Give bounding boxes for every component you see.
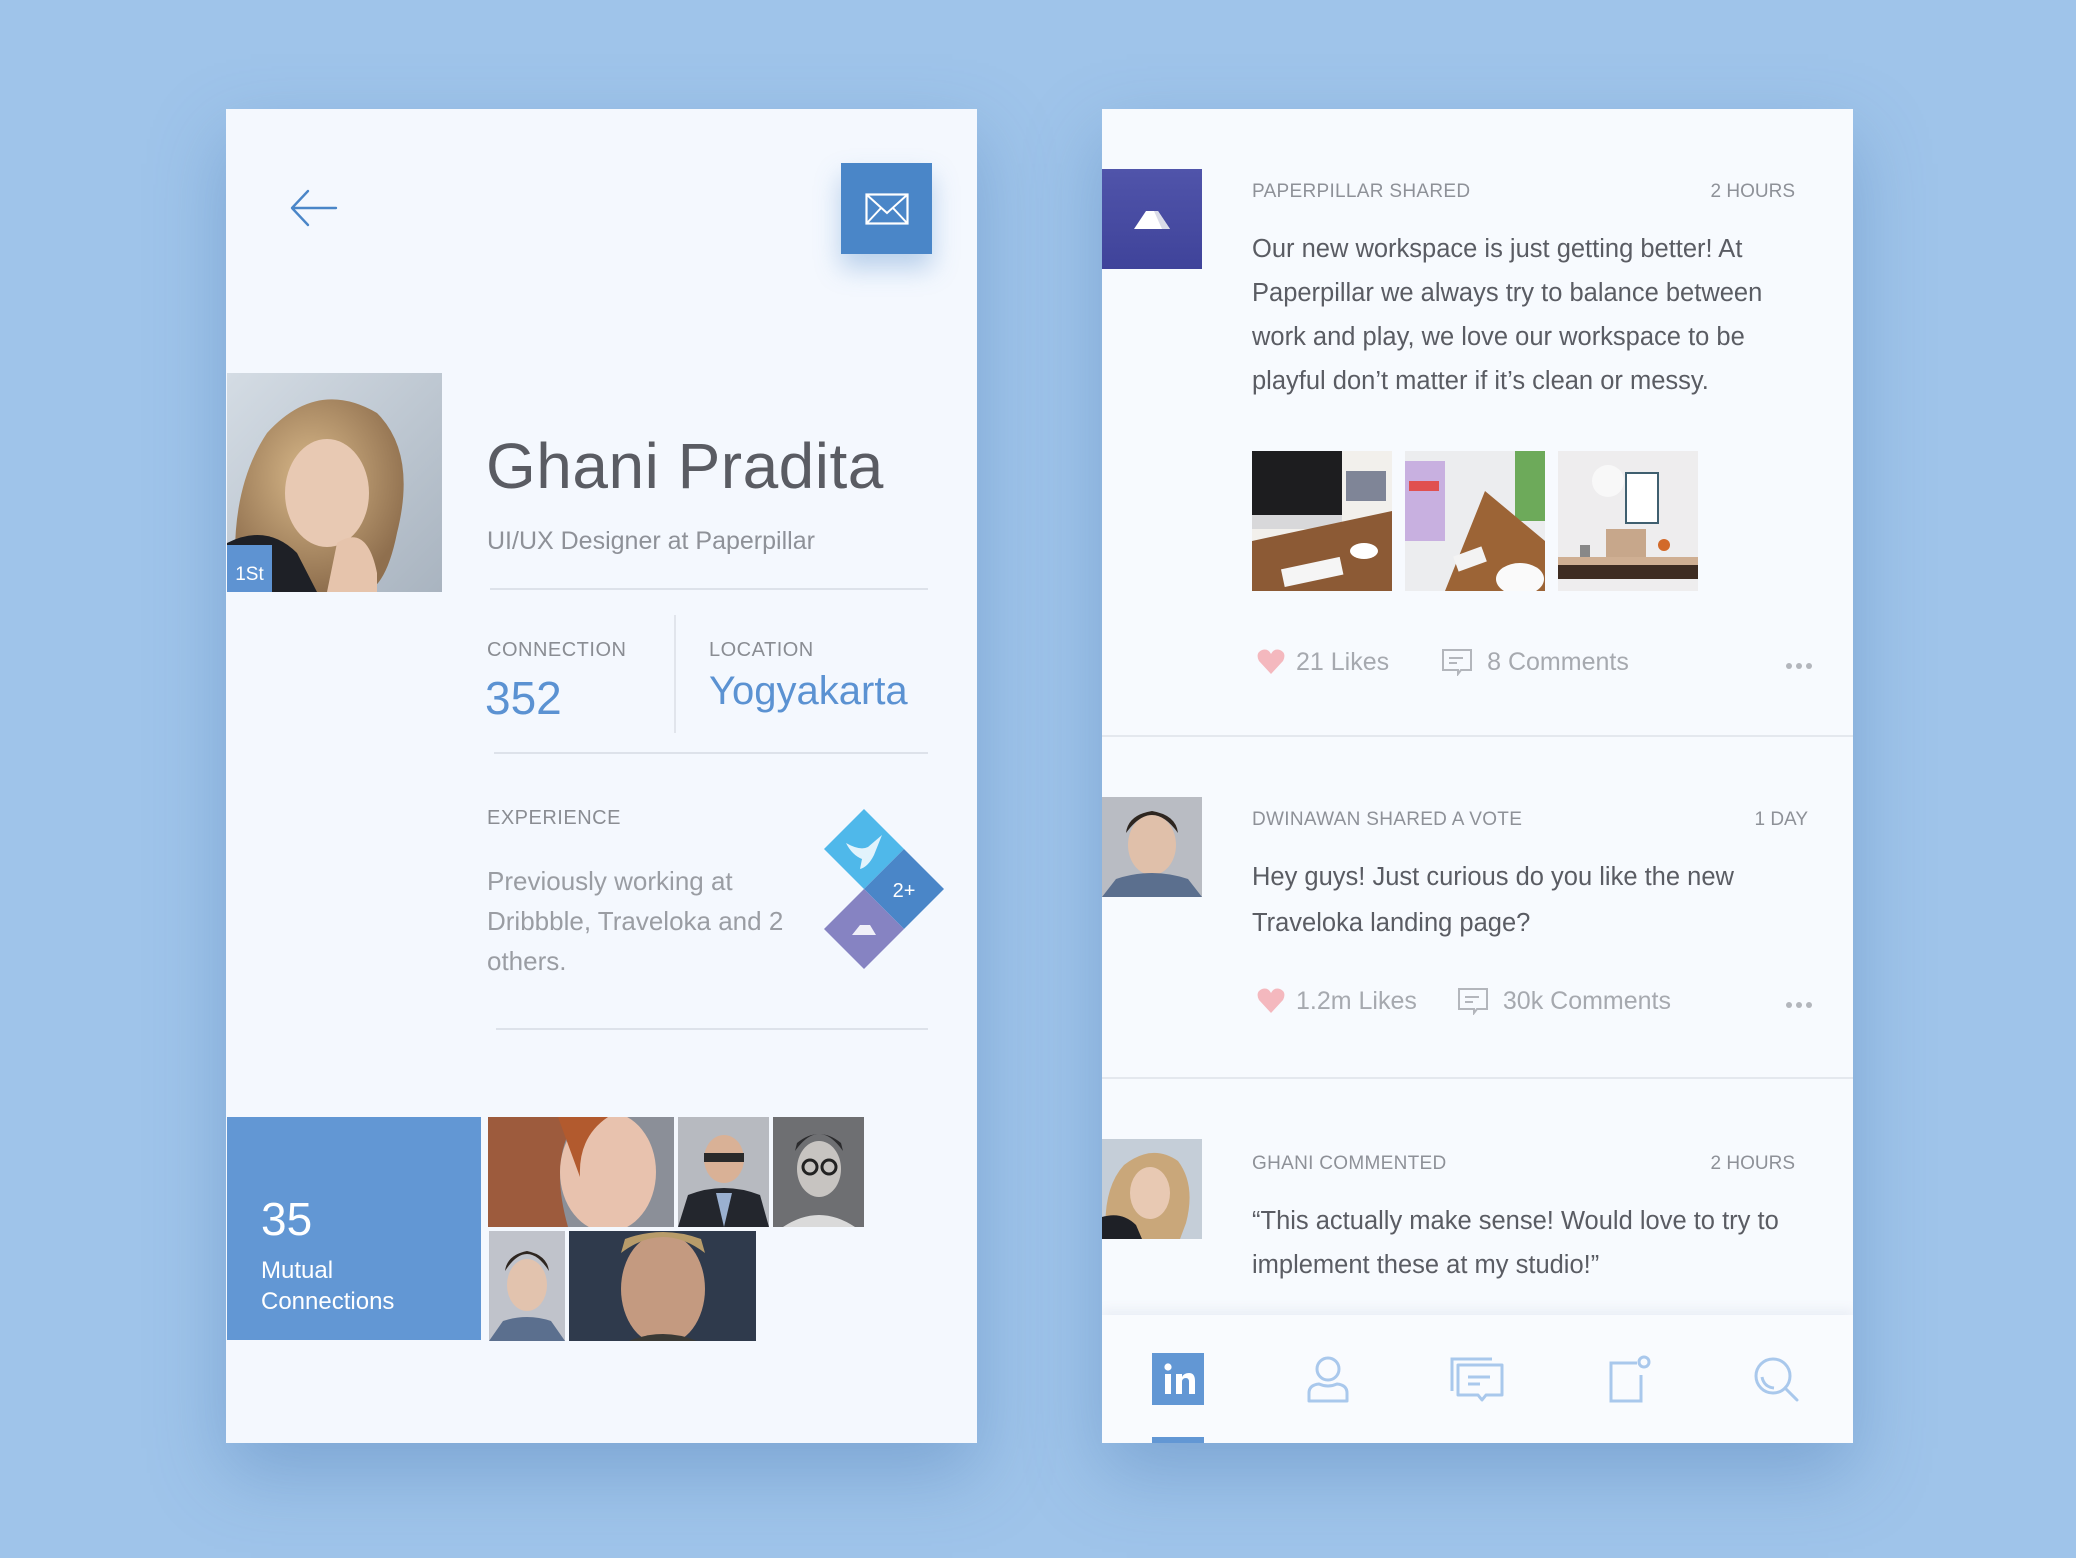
post-time: 1 DAY <box>1754 809 1808 830</box>
comment-button[interactable]: 30k Comments <box>1457 987 1671 1016</box>
mutual-connection-photo[interactable] <box>488 1117 674 1227</box>
divider <box>490 588 928 590</box>
comment-icon <box>1442 649 1473 676</box>
divider <box>496 1028 928 1030</box>
user-avatar[interactable] <box>1102 1139 1202 1239</box>
more-horizontal-icon <box>1786 662 1812 669</box>
paperpillar-avatar[interactable] <box>1102 169 1202 269</box>
message-button[interactable] <box>841 163 932 254</box>
profile-headline: UI/UX Designer at Paperpillar <box>487 527 815 555</box>
post-actor[interactable]: PAPERPILLAR SHARED <box>1252 181 1470 203</box>
post-actor[interactable]: GHANI COMMENTED <box>1252 1153 1447 1175</box>
more-companies-count: 2+ <box>893 880 916 902</box>
location-label: LOCATION <box>709 639 814 661</box>
location-value: Yogyakarta <box>709 669 908 713</box>
like-button[interactable]: 21 Likes <box>1252 648 1389 677</box>
search-icon <box>1754 1357 1799 1402</box>
comment-count: 30k Comments <box>1502 986 1672 1015</box>
mutual-connection-photo[interactable] <box>678 1117 769 1227</box>
mutual-connection-photo[interactable] <box>569 1231 756 1341</box>
experience-text: Previously working at Dribbble, Travelok… <box>487 866 784 976</box>
nav-home[interactable] <box>1150 1351 1206 1407</box>
arrow-left-icon <box>290 189 338 227</box>
post-text: Hey guys! Just curious do you like the n… <box>1252 863 1734 937</box>
experience-companies[interactable]: 2+ <box>824 807 946 969</box>
bottom-navigation <box>1102 1315 1853 1443</box>
paperpillar-logo-icon <box>1134 211 1170 229</box>
comment-icon <box>1457 988 1488 1015</box>
more-options-button[interactable] <box>1785 987 1813 1016</box>
profile-name: Ghani Pradita <box>486 430 884 502</box>
mutual-count: 35 <box>261 1193 313 1245</box>
back-button[interactable] <box>286 181 340 235</box>
envelope-icon <box>864 192 909 225</box>
messages-icon <box>1450 1357 1504 1402</box>
post-image[interactable] <box>1558 451 1698 591</box>
like-count: 1.2m Likes <box>1296 986 1417 1015</box>
connection-label: CONNECTION <box>487 639 627 661</box>
mutual-label: Mutual Connections <box>261 1255 394 1317</box>
mutual-connection-photo[interactable] <box>489 1231 565 1341</box>
connection-degree-badge: 1St <box>227 545 272 592</box>
post-actor[interactable]: DWINAWAN SHARED A VOTE <box>1252 809 1522 831</box>
stat-divider <box>674 615 676 733</box>
profile-card: 1St Ghani Pradita UI/UX Designer at Pape… <box>226 109 977 1443</box>
active-tab-indicator <box>1152 1437 1204 1443</box>
nav-profile[interactable] <box>1300 1351 1356 1407</box>
divider <box>494 752 928 754</box>
nav-search[interactable] <box>1748 1351 1804 1407</box>
linkedin-home-icon <box>1152 1353 1204 1405</box>
profile-icon <box>1307 1356 1349 1403</box>
post-divider <box>1102 1077 1853 1079</box>
nav-messages[interactable] <box>1450 1351 1506 1407</box>
comment-count: 8 Comments <box>1487 647 1629 676</box>
post-image[interactable] <box>1252 451 1392 591</box>
post-image[interactable] <box>1405 451 1545 591</box>
heart-icon <box>1257 649 1285 674</box>
experience-label: EXPERIENCE <box>487 807 621 829</box>
mutual-connections-tile[interactable]: 35 Mutual Connections <box>227 1117 481 1340</box>
more-horizontal-icon <box>1786 1001 1812 1008</box>
feed-card: PAPERPILLAR SHARED 2 HOURS Our new works… <box>1102 109 1853 1443</box>
post-actions: 21 Likes 8 Comments <box>1252 642 1813 682</box>
like-button[interactable]: 1.2m Likes <box>1252 987 1417 1016</box>
nav-notifications[interactable] <box>1602 1351 1658 1407</box>
notifications-icon <box>1609 1355 1651 1403</box>
post-text: Our new workspace is just getting better… <box>1252 235 1763 395</box>
post-time: 2 HOURS <box>1710 1153 1795 1174</box>
user-avatar[interactable] <box>1102 797 1202 897</box>
connection-count[interactable]: 352 <box>485 671 562 725</box>
like-count: 21 Likes <box>1296 647 1390 676</box>
post-divider <box>1102 735 1853 737</box>
post-actions: 1.2m Likes 30k Comments <box>1252 981 1813 1021</box>
post-time: 2 HOURS <box>1710 181 1795 202</box>
comment-button[interactable]: 8 Comments <box>1441 648 1629 677</box>
mutual-label-line2: Connections <box>261 1288 395 1315</box>
mutual-label-line1: Mutual <box>261 1257 334 1284</box>
more-options-button[interactable] <box>1785 648 1813 677</box>
heart-icon <box>1257 988 1285 1013</box>
comment-text: “This actually make sense! Would love to… <box>1252 1207 1779 1279</box>
mutual-connection-photo[interactable] <box>773 1117 864 1227</box>
